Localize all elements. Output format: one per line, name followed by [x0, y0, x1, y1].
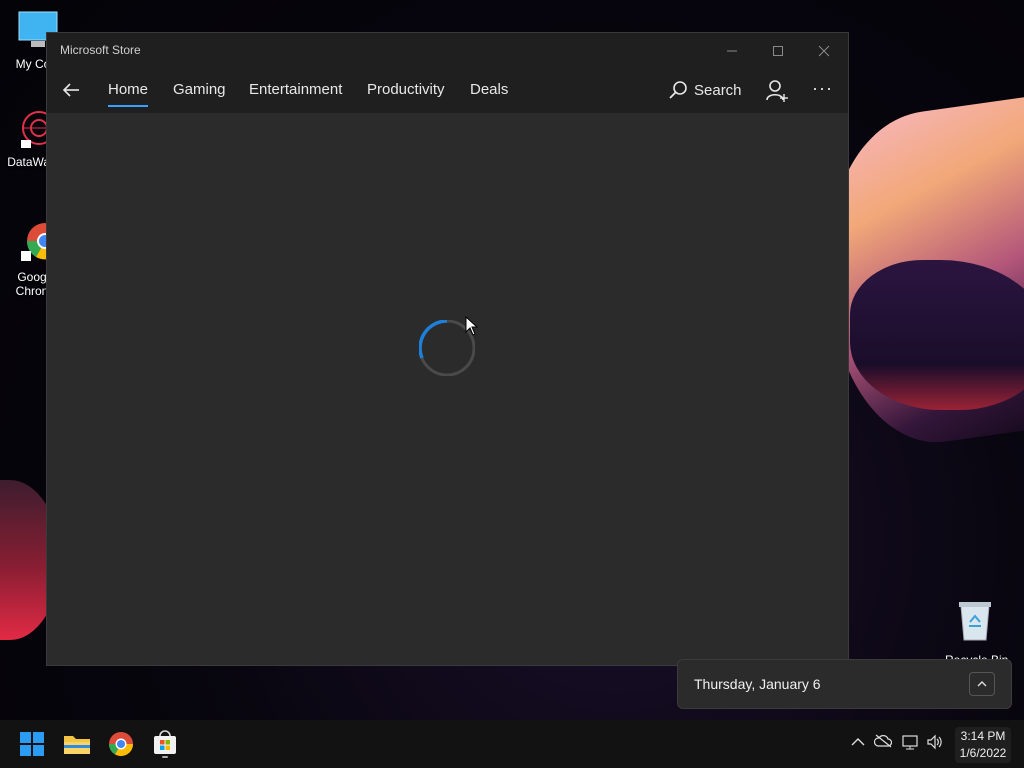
account-button[interactable] [765, 79, 789, 108]
back-button[interactable] [57, 76, 85, 104]
user-add-icon [766, 80, 788, 102]
windows-logo-icon [20, 732, 44, 756]
search-button[interactable]: Search [668, 80, 742, 100]
expand-calendar-button[interactable] [969, 672, 995, 696]
tab-home[interactable]: Home [108, 81, 149, 107]
minimize-button[interactable] [709, 33, 755, 68]
speaker-icon [927, 734, 942, 750]
clock-time: 3:14 PM [960, 729, 1006, 743]
onedrive-button[interactable] [873, 734, 893, 751]
minimize-icon [727, 50, 737, 51]
tab-productivity[interactable]: Productivity [367, 81, 445, 98]
clock-button[interactable]: 3:14 PM 1/6/2022 [955, 727, 1011, 763]
network-icon [902, 735, 918, 750]
calendar-flyout: Thursday, January 6 [677, 659, 1012, 709]
taskbar-microsoft-store[interactable] [151, 730, 179, 758]
chrome-icon [109, 732, 133, 757]
store-window: Microsoft Store Home Gaming Entertainmen… [47, 33, 848, 665]
close-icon [818, 45, 830, 56]
chevron-up-icon [977, 681, 987, 687]
flyout-date: Thursday, January 6 [694, 676, 821, 692]
tab-gaming[interactable]: Gaming [173, 81, 226, 98]
store-bag-icon [154, 730, 176, 758]
mouse-cursor-icon [465, 316, 479, 336]
volume-button[interactable] [926, 734, 944, 753]
search-icon [669, 81, 687, 99]
taskbar: 3:14 PM 1/6/2022 [0, 720, 1024, 768]
search-label: Search [694, 81, 742, 99]
show-hidden-icons-button[interactable] [851, 734, 865, 750]
folder-icon [64, 736, 90, 754]
desktop-icon-recycle-bin[interactable]: Recycle Bin [945, 598, 1008, 667]
close-button[interactable] [801, 33, 847, 68]
back-arrow-icon [62, 83, 79, 97]
tab-entertainment[interactable]: Entertainment [249, 81, 342, 98]
start-button[interactable] [18, 730, 46, 758]
wallpaper-shape [850, 260, 1024, 410]
more-options-button[interactable]: ··· [812, 78, 833, 99]
network-button[interactable] [902, 734, 920, 753]
maximize-icon [773, 45, 783, 56]
title-bar[interactable]: Microsoft Store [47, 33, 848, 68]
taskbar-chrome[interactable] [107, 730, 135, 758]
clock-date: 1/6/2022 [959, 746, 1007, 760]
tab-deals[interactable]: Deals [470, 81, 508, 98]
cloud-offline-icon [873, 734, 893, 748]
recycle-bin-icon [959, 602, 991, 641]
maximize-button[interactable] [755, 33, 801, 68]
nav-bar: Home Gaming Entertainment Productivity D… [47, 68, 848, 113]
taskbar-file-explorer[interactable] [63, 730, 91, 758]
window-title: Microsoft Store [60, 43, 141, 57]
chevron-up-icon [851, 738, 865, 746]
